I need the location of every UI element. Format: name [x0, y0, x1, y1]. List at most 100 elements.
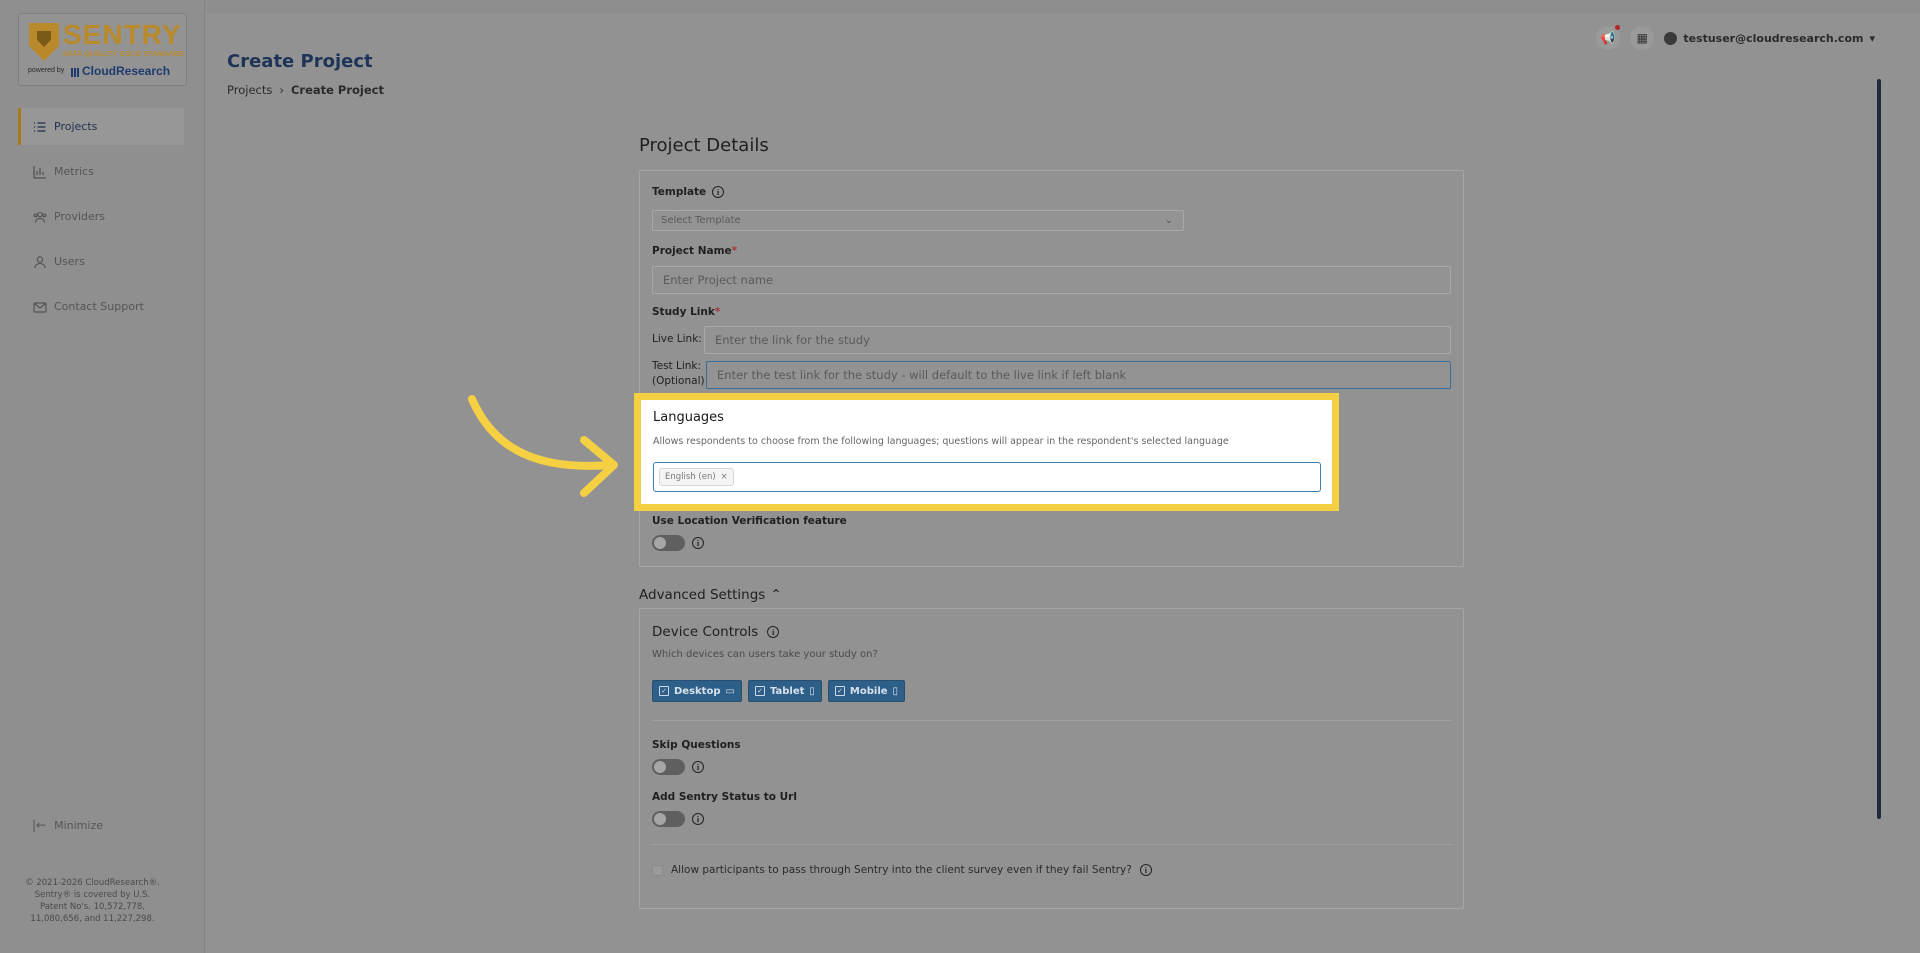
device-tablet-button[interactable]: ✓ Tablet ▯	[747, 680, 822, 702]
device-desktop-button[interactable]: ✓ Desktop ▭	[652, 680, 742, 702]
info-icon[interactable]: i	[767, 626, 780, 638]
required-marker: *	[731, 245, 738, 257]
sidebar-item-label: Projects	[54, 120, 98, 133]
test-link-label: Test Link: (Optional)	[652, 359, 705, 389]
phone-icon: ▯	[892, 685, 899, 697]
users-group-icon	[32, 210, 47, 223]
minimize-button[interactable]: |← Minimize	[32, 818, 103, 832]
sentry-logo[interactable]: SENTRY DATA QUALITY GOLD STANDARD powere…	[18, 13, 187, 86]
grid-icon: ▦	[1636, 31, 1648, 45]
sidebar-item-users[interactable]: Users	[18, 243, 184, 280]
info-icon[interactable]: i	[692, 813, 704, 825]
template-label-text: Template	[652, 186, 707, 198]
study-link-label-text: Study Link	[652, 306, 715, 318]
location-verification-toggle[interactable]	[652, 535, 685, 551]
languages-multiselect[interactable]: English (en) ×	[653, 462, 1321, 492]
project-name-label-text: Project Name	[652, 245, 732, 257]
copyright-text: © 2021-2026 CloudResearch®. Sentry® is c…	[25, 878, 160, 924]
study-link-label: Study Link*	[652, 306, 720, 318]
sentry-status-toggle[interactable]	[652, 811, 685, 827]
monitor-icon: ▭	[725, 685, 735, 697]
brand-name: SENTRY	[63, 19, 182, 50]
template-select-value: Select Template	[661, 215, 741, 226]
notification-dot	[1615, 25, 1621, 30]
device-buttons: ✓ Desktop ▭ ✓ Tablet ▯ ✓ Mobile ▯	[652, 680, 906, 702]
device-label: Desktop	[674, 685, 721, 697]
project-name-input[interactable]: Enter Project name	[652, 266, 1451, 294]
info-icon[interactable]: i	[692, 761, 704, 773]
device-label: Mobile	[849, 685, 888, 697]
languages-highlight: Languages Allows respondents to choose f…	[634, 393, 1339, 511]
divider	[652, 844, 1452, 845]
pass-through-option: Allow participants to pass through Sentr…	[652, 864, 1152, 876]
live-link-placeholder: Enter the link for the study	[715, 333, 870, 347]
info-icon[interactable]: i	[712, 186, 725, 198]
user-menu[interactable]: testuser@cloudresearch.com ▾	[1664, 31, 1875, 45]
skip-questions-toggle[interactable]	[652, 759, 685, 775]
template-label: Template i	[652, 186, 725, 198]
chevron-up-icon: ⌃	[770, 587, 782, 603]
language-chip-label: English (en)	[665, 472, 716, 482]
apps-grid-button[interactable]: ▦	[1630, 26, 1655, 50]
device-label: Tablet	[769, 685, 805, 697]
sidebar-item-contact-support[interactable]: Contact Support	[18, 288, 184, 325]
divider	[652, 720, 1452, 721]
checkbox-checked-icon: ✓	[659, 686, 669, 696]
page-title: Create Project	[227, 51, 373, 72]
breadcrumb-projects-link[interactable]: Projects	[227, 83, 272, 97]
brand-tagline: DATA QUALITY GOLD STANDARD	[63, 51, 185, 58]
chart-icon	[32, 165, 47, 179]
section-title-project-details: Project Details	[639, 135, 769, 156]
cloudresearch-mark-icon	[71, 68, 80, 77]
page-scrollbar[interactable]	[1877, 79, 1881, 819]
topbar: 📢 ▦ testuser@cloudresearch.com ▾	[1596, 25, 1875, 50]
collapse-left-icon: |←	[32, 818, 47, 832]
highlight-arrow-icon	[468, 395, 618, 497]
project-name-label: Project Name*	[652, 245, 737, 257]
user-icon	[32, 255, 47, 268]
powered-by-text: powered by	[28, 67, 65, 74]
sidebar-item-label: Metrics	[54, 165, 94, 178]
breadcrumb: Projects › Create Project	[227, 83, 384, 97]
location-verification-label: Use Location Verification feature	[652, 515, 847, 527]
test-link-label-line1: Test Link:	[652, 360, 702, 372]
announcements-button[interactable]: 📢	[1596, 25, 1621, 50]
info-icon[interactable]: i	[692, 537, 704, 549]
device-controls-title-text: Device Controls	[652, 624, 759, 640]
sidebar-item-projects[interactable]: Projects	[18, 108, 184, 145]
chevron-down-icon: ⌄	[1164, 215, 1173, 226]
caret-down-icon: ▾	[1869, 31, 1875, 45]
sidebar-item-label: Contact Support	[54, 300, 144, 313]
template-select[interactable]: Select Template ⌄	[652, 210, 1184, 231]
sidebar-nav: Projects Metrics Providers Users Contact…	[18, 108, 184, 333]
remove-chip-icon[interactable]: ×	[721, 472, 728, 482]
sidebar-item-metrics[interactable]: Metrics	[18, 153, 184, 190]
info-icon[interactable]: i	[1139, 864, 1152, 876]
language-chip: English (en) ×	[659, 468, 734, 486]
device-controls-description: Which devices can users take your study …	[652, 649, 878, 660]
live-link-input[interactable]: Enter the link for the study	[704, 326, 1451, 354]
avatar-icon	[1664, 31, 1678, 45]
chevron-right-icon: ›	[279, 83, 284, 97]
checkbox-checked-icon: ✓	[834, 686, 845, 696]
minimize-label: Minimize	[54, 818, 103, 832]
shield-logo-icon	[29, 23, 59, 61]
languages-description: Allows respondents to choose from the fo…	[653, 436, 1229, 447]
live-link-label: Live Link:	[652, 333, 702, 345]
advanced-settings-label: Advanced Settings	[639, 587, 766, 603]
test-link-placeholder: Enter the test link for the study - will…	[717, 368, 1127, 382]
required-marker: *	[714, 306, 721, 318]
list-icon	[32, 120, 47, 133]
device-controls-title: Device Controls i	[652, 624, 780, 640]
advanced-settings-toggle[interactable]: Advanced Settings ⌃	[639, 587, 782, 603]
checkbox-checked-icon: ✓	[754, 686, 765, 696]
pass-through-label: Allow participants to pass through Sentr…	[671, 864, 1132, 876]
sidebar: SENTRY DATA QUALITY GOLD STANDARD powere…	[0, 0, 205, 953]
test-link-input[interactable]: Enter the test link for the study - will…	[706, 361, 1451, 389]
test-link-label-line2: (Optional)	[652, 375, 705, 387]
languages-title: Languages	[653, 410, 724, 425]
device-mobile-button[interactable]: ✓ Mobile ▯	[827, 680, 906, 702]
pass-through-checkbox[interactable]	[652, 864, 663, 876]
mail-icon	[32, 300, 47, 313]
sidebar-item-providers[interactable]: Providers	[18, 198, 184, 235]
